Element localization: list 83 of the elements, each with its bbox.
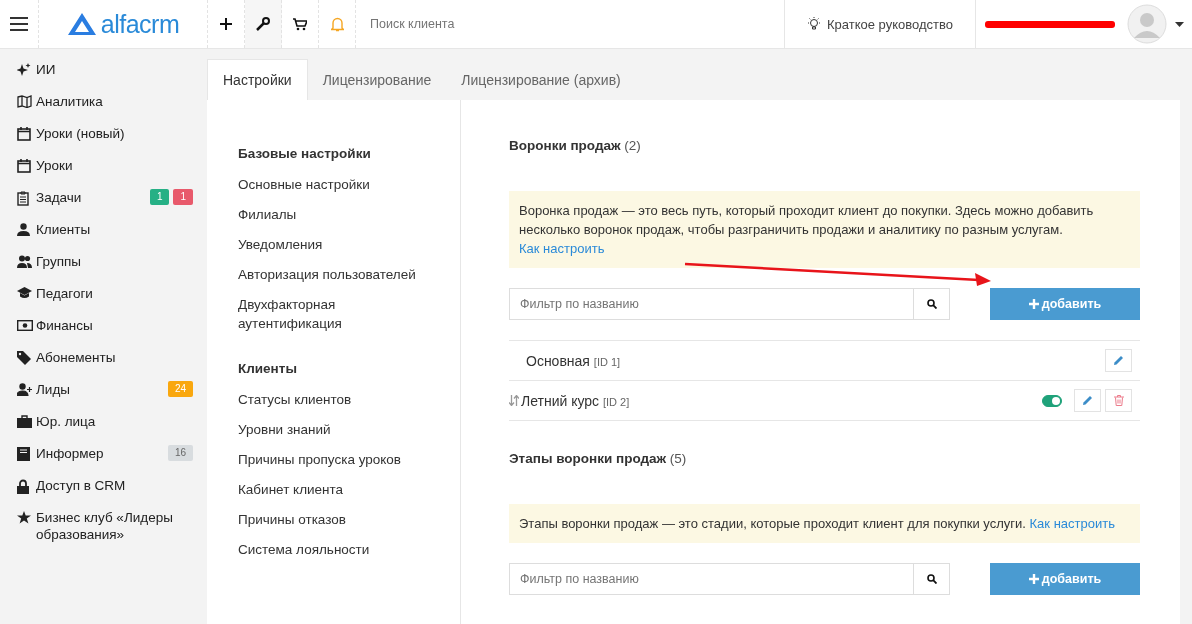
clipboard-icon (17, 191, 29, 206)
funnel-name: Летний курс [ID 2] (521, 392, 630, 409)
count-badge: 1 (149, 189, 170, 205)
briefcase-icon (17, 415, 32, 428)
tab[interactable]: Лицензирование (307, 60, 447, 100)
search-button[interactable] (914, 288, 950, 320)
count-badge: 24 (167, 381, 193, 397)
calendar-icon (17, 127, 31, 141)
logo-text: alfacrm (100, 9, 180, 39)
banknote-icon (17, 320, 33, 331)
sidebar-item[interactable]: Аналитика (0, 93, 207, 125)
sidebar-item[interactable]: Задачи 1 1 (0, 189, 207, 221)
section-heading: Этапы воронки продаж (5) (509, 451, 688, 466)
settings-menu-link[interactable]: Кабинет клиента (238, 480, 438, 499)
plus-icon (1028, 299, 1039, 309)
logo-icon (66, 12, 97, 36)
search-icon (926, 573, 937, 584)
sidebar-item[interactable]: Клиенты (0, 221, 207, 253)
lightbulb-icon (807, 17, 821, 31)
info-note: Воронка продаж — это весь путь, который проходит клиент до покупки. Здесь можно добавить несколько воронок продаж, чтобы разграничить продажи и аналитику по разным услугам. Как настроить (509, 191, 1140, 268)
map-icon (17, 95, 32, 108)
count-badge: 1 (173, 189, 193, 205)
settings-menu-link[interactable]: Авторизация пользователей (238, 265, 438, 284)
sidebar-item[interactable]: Информер 16 (0, 445, 207, 477)
count-badge: 16 (167, 445, 193, 461)
settings-menu-link[interactable]: Двухфакторная аутентификация (238, 295, 438, 333)
cart-icon[interactable] (293, 17, 307, 31)
settings-menu-link[interactable]: Филиалы (238, 205, 438, 224)
sidebar-item[interactable]: Финансы (0, 317, 207, 349)
users-icon (17, 255, 32, 268)
sparkle-icon (17, 63, 31, 77)
sidebar-item[interactable]: Педагоги (0, 285, 207, 317)
client-search-field[interactable]: Поиск клиента (368, 16, 572, 32)
sidebar-item[interactable]: ИИ (0, 61, 207, 93)
tab[interactable]: Лицензирование (архив) (446, 60, 636, 100)
pencil-icon (1113, 355, 1124, 366)
trash-icon (1113, 395, 1124, 406)
sidebar-item[interactable]: Доступ в CRM (0, 477, 207, 509)
graduation-cap-icon (17, 287, 32, 299)
star-icon (17, 511, 31, 524)
lock-icon (17, 479, 29, 494)
sort-handle-icon[interactable] (509, 395, 519, 406)
filter-field[interactable]: Фильтр по названию (509, 563, 914, 595)
menu-icon[interactable] (10, 17, 28, 31)
settings-menu-link[interactable]: Уровни знаний (238, 420, 438, 439)
settings-menu-link[interactable]: Основные настройки (238, 175, 438, 194)
search-icon (926, 298, 937, 309)
sidebar-item[interactable]: Юр. лица (0, 413, 207, 445)
caret-icon[interactable] (1175, 21, 1184, 27)
section-heading: Воронки продаж (2) (509, 138, 642, 153)
settings-menu-link[interactable]: Уведомления (238, 235, 438, 254)
plus-icon (1028, 574, 1039, 584)
settings-menu-link[interactable]: Причины пропуска уроков (238, 450, 438, 469)
settings-menu-link[interactable]: Статусы клиентов (238, 390, 438, 409)
settings-menu-link[interactable]: Система лояльности (238, 540, 438, 559)
toggle-switch[interactable] (1042, 394, 1062, 407)
plus-icon[interactable] (220, 18, 232, 30)
sidebar-item[interactable]: Бизнес клуб «Лидеры образования» (0, 509, 207, 543)
sidebar-item[interactable]: Уроки (новый) (0, 125, 207, 157)
settings-group-heading: Клиенты (238, 361, 298, 376)
sidebar-item[interactable]: Группы (0, 253, 207, 285)
filter-field[interactable]: Фильтр по названию (509, 288, 914, 320)
tag-icon (17, 351, 31, 365)
book-icon (17, 447, 30, 461)
sidebar-item[interactable]: Абонементы (0, 349, 207, 381)
user-plus-icon (17, 383, 32, 396)
edit-button[interactable] (1074, 389, 1101, 412)
calendar-icon (17, 159, 31, 173)
settings-group-heading: Базовые настройки (238, 146, 372, 161)
sidebar-item[interactable]: Уроки (0, 157, 207, 189)
user-icon (17, 223, 30, 236)
edit-button[interactable] (1105, 349, 1132, 372)
search-button[interactable] (914, 563, 950, 595)
tab[interactable]: Настройки (207, 59, 308, 100)
pencil-icon (1082, 395, 1093, 406)
quick-guide-link[interactable]: Краткое руководство (807, 16, 953, 32)
sidebar-item[interactable]: Лиды 24 (0, 381, 207, 413)
how-to-link[interactable]: Как настроить (1029, 516, 1115, 531)
settings-menu-link[interactable]: Причины отказов (238, 510, 438, 529)
how-to-link[interactable]: Как настроить (519, 241, 605, 256)
funnel-name: Основная [ID 1] (525, 352, 621, 369)
info-note: Этапы воронки продаж — это стадии, которые проходит клиент для покупки услуги. Как настроить (509, 504, 1140, 543)
wrench-icon[interactable] (256, 17, 270, 31)
